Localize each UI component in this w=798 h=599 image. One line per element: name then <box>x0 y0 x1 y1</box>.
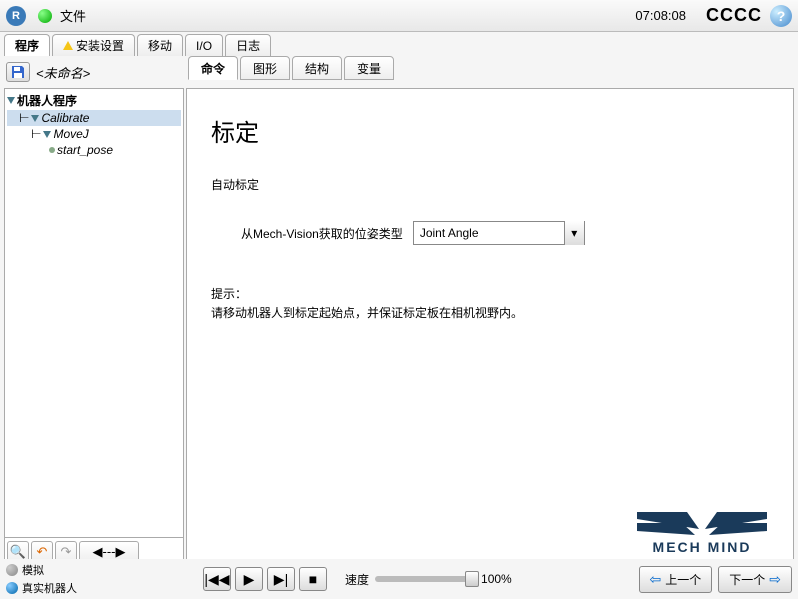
tab-variables[interactable]: 变量 <box>344 56 394 80</box>
next-button[interactable]: 下一个⇨ <box>718 566 792 593</box>
status-ball-icon <box>38 9 52 23</box>
tree-node-startpose[interactable]: start_pose <box>7 142 181 158</box>
transport-controls: |◀◀ ▶ ▶| ■ <box>203 567 327 591</box>
main-tabs: 程序 安装设置 移动 I/O 日志 <box>0 32 798 56</box>
program-name-row: <未命名> <box>0 56 184 88</box>
arrow-left-icon: ⇦ <box>650 571 662 588</box>
tree-root[interactable]: 机器人程序 <box>7 91 181 110</box>
arrow-right-icon: ⇨ <box>769 571 781 588</box>
expand-icon <box>7 97 15 104</box>
tab-move[interactable]: 移动 <box>137 34 183 56</box>
program-name: <未命名> <box>36 63 178 82</box>
dropdown-value: Joint Angle <box>414 226 564 240</box>
file-menu[interactable]: 文件 <box>60 6 86 25</box>
dropdown-arrow-icon[interactable]: ▾ <box>564 221 584 245</box>
tab-installation[interactable]: 安装设置 <box>52 34 135 56</box>
expand-icon <box>31 115 39 122</box>
speed-slider[interactable] <box>375 576 475 582</box>
simulate-radio-icon <box>6 564 18 576</box>
command-panel: 标定 自动标定 从Mech-Vision获取的位姿类型 Joint Angle … <box>186 88 794 566</box>
mechmind-logo: MECH MIND <box>627 507 777 555</box>
speed-control: 速度 100% <box>345 571 512 588</box>
rewind-button[interactable]: |◀◀ <box>203 567 231 591</box>
real-robot-radio-icon <box>6 582 18 594</box>
section-subtitle: 自动标定 <box>211 176 769 193</box>
page-title: 标定 <box>211 113 769 148</box>
tree-node-calibrate[interactable]: ⊢ Calibrate <box>7 110 181 126</box>
pose-type-dropdown[interactable]: Joint Angle ▾ <box>413 221 585 245</box>
logo-text: MECH MIND <box>627 539 777 555</box>
stop-button[interactable]: ■ <box>299 567 327 591</box>
pose-type-label: 从Mech-Vision获取的位姿类型 <box>241 225 403 242</box>
prev-button[interactable]: ⇦上一个 <box>639 566 713 593</box>
tab-io[interactable]: I/O <box>185 34 223 56</box>
tab-log[interactable]: 日志 <box>225 34 271 56</box>
hint-text: 请移动机器人到标定起始点，并保证标定板在相机视野内。 <box>211 304 769 323</box>
tree-node-movej[interactable]: ⊢ MoveJ <box>7 126 181 142</box>
expand-icon <box>43 131 51 138</box>
slider-thumb-icon[interactable] <box>465 571 479 587</box>
speed-label: 速度 <box>345 571 369 588</box>
tab-program[interactable]: 程序 <box>4 34 50 56</box>
waypoint-icon <box>49 147 55 153</box>
title-bar: R 文件 07:08:08 CCCC ? <box>0 0 798 32</box>
footer-bar: 模拟 真实机器人 |◀◀ ▶ ▶| ■ 速度 100% ⇦上一个 下一个⇨ <box>0 559 798 599</box>
save-button[interactable] <box>6 62 30 82</box>
simulation-toggle[interactable]: 模拟 真实机器人 <box>6 562 77 596</box>
program-tree[interactable]: 机器人程序 ⊢ Calibrate ⊢ MoveJ start_pose <box>5 89 183 537</box>
status-cccc: CCCC <box>706 5 762 26</box>
tab-graphics[interactable]: 图形 <box>240 56 290 80</box>
hint-label: 提示： <box>211 285 769 304</box>
hint-block: 提示： 请移动机器人到标定起始点，并保证标定板在相机视野内。 <box>211 285 769 323</box>
warning-icon <box>63 41 73 50</box>
help-button[interactable]: ? <box>770 5 792 27</box>
ur-logo: R <box>6 6 26 26</box>
step-button[interactable]: ▶| <box>267 567 295 591</box>
content-tabs: 命令 图形 结构 变量 <box>184 56 400 80</box>
tab-command[interactable]: 命令 <box>188 56 238 80</box>
play-button[interactable]: ▶ <box>235 567 263 591</box>
tab-structure[interactable]: 结构 <box>292 56 342 80</box>
clock: 07:08:08 <box>635 8 686 23</box>
logo-wings-icon <box>627 507 777 539</box>
program-tree-panel: 机器人程序 ⊢ Calibrate ⊢ MoveJ start_pose 🔍 ↶… <box>4 88 184 566</box>
speed-value: 100% <box>481 572 512 586</box>
